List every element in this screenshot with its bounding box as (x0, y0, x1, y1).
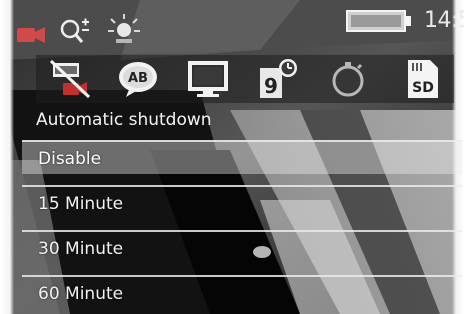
clock-time: 14:5 (424, 8, 464, 33)
tab-motion-detection[interactable] (40, 55, 100, 103)
menu-title: Automatic shutdown (36, 110, 212, 130)
timer-digit: 9 (264, 74, 278, 98)
battery-icon (346, 10, 411, 32)
settings-tab-bar: AB 9 SD (36, 54, 454, 103)
video-camera-icon (17, 27, 45, 43)
sd-label: SD (412, 80, 434, 96)
monitor-screen-icon (188, 61, 228, 97)
sd-card-icon: SD (408, 60, 438, 98)
option-15-minute[interactable]: 15 Minute (22, 185, 462, 219)
tab-stopwatch[interactable] (318, 55, 378, 103)
option-30-minute[interactable]: 30 Minute (22, 230, 462, 264)
status-bar: 14:5 (10, 0, 464, 50)
tab-timer[interactable]: 9 (248, 55, 308, 103)
tab-language[interactable]: AB (108, 55, 168, 103)
ab-label: AB (128, 71, 148, 86)
shutdown-options-list: Disable 15 Minute 30 Minute 60 Minute (22, 140, 462, 314)
option-disable[interactable]: Disable (22, 140, 462, 174)
camera-screen: 14:5 AB (0, 0, 464, 314)
stopwatch-icon (332, 62, 364, 97)
brightness-icon (108, 14, 140, 43)
ab-language-icon: AB (119, 62, 157, 97)
option-60-minute[interactable]: 60 Minute (22, 275, 462, 309)
tab-screen[interactable] (178, 55, 238, 103)
tab-sd-card[interactable]: SD (392, 55, 452, 103)
zoom-icon (60, 18, 89, 43)
motion-detection-off-icon (49, 59, 91, 99)
timer-clock-icon: 9 (260, 59, 297, 98)
